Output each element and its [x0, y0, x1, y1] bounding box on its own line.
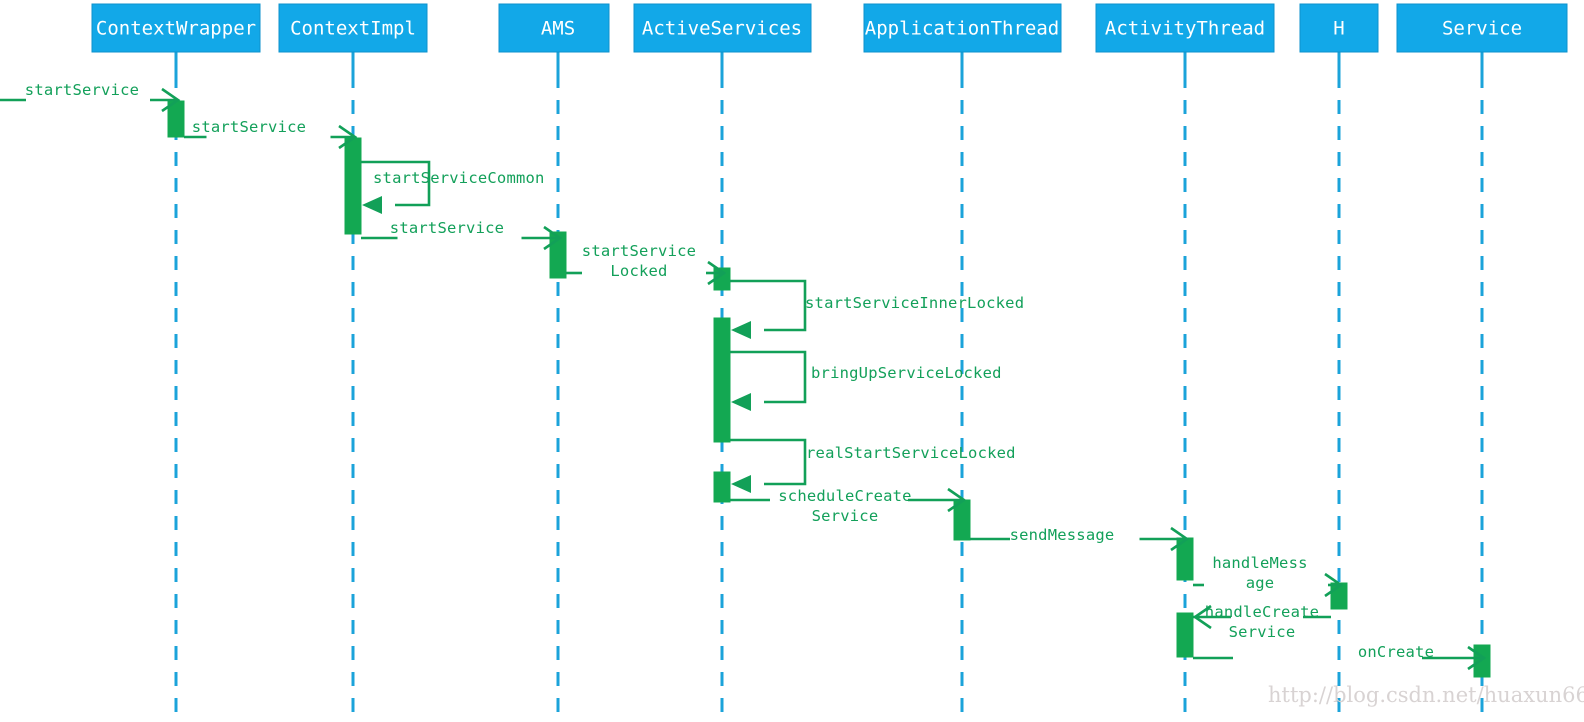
- message-label: bringUpServiceLocked: [811, 364, 1002, 382]
- sequence-diagram: ContextWrapper ContextImpl AMS ActiveServic…: [0, 3, 1584, 714]
- message-m11-handlemessage[interactable]: handleMess age: [1193, 554, 1344, 598]
- participant-label: Service: [1442, 18, 1522, 40]
- message-label: realStartServiceLocked: [806, 444, 1016, 462]
- activation-bar-activeservices: [713, 471, 731, 503]
- message-m10-sendmessage[interactable]: sendMessage: [970, 526, 1190, 552]
- participant-ams[interactable]: AMS: [498, 3, 610, 53]
- participant-headers-layer: ContextWrapper ContextImpl AMS ActiveServic…: [91, 3, 1568, 53]
- message-label: handleMess: [1212, 554, 1307, 572]
- message-label: startServiceCommon: [373, 169, 545, 187]
- self-call-path: [730, 350, 807, 404]
- message-m12-handlecreateservice[interactable]: handleCreate Service: [1192, 603, 1331, 641]
- message-label: startServiceInnerLocked: [805, 294, 1024, 312]
- message-label: sendMessage: [1010, 526, 1115, 544]
- message-label: age: [1246, 574, 1275, 592]
- message-m1-startservice[interactable]: startService: [0, 81, 181, 113]
- activation-bar-activeservices: [713, 317, 731, 443]
- message-label: scheduleCreate: [778, 487, 911, 505]
- self-call-path: [730, 438, 807, 486]
- self-call-path: [730, 279, 807, 332]
- message-label: onCreate: [1358, 643, 1434, 661]
- message-m6-startserviceinnerlocked[interactable]: startServiceInnerLocked: [730, 279, 1024, 339]
- message-m3-startservicecommon[interactable]: startServiceCommon: [361, 160, 545, 214]
- participant-service[interactable]: Service: [1396, 3, 1568, 53]
- participant-label: ContextImpl: [290, 18, 416, 40]
- sequence-diagram-canvas: ContextWrapper ContextImpl AMS ActiveServic…: [0, 0, 1584, 722]
- participant-h[interactable]: H: [1299, 3, 1379, 53]
- participant-contextimpl[interactable]: ContextImpl: [278, 3, 428, 53]
- participant-activitythread[interactable]: ActivityThread: [1095, 3, 1275, 53]
- arrow-head-solid: [362, 196, 382, 214]
- arrow-head-solid: [731, 393, 751, 411]
- activation-bar-contextimpl: [344, 137, 362, 235]
- message-m9-schedulecreateservice[interactable]: scheduleCreate Service: [730, 487, 967, 525]
- participant-label: H: [1333, 18, 1344, 40]
- participant-label: ActivityThread: [1105, 18, 1265, 40]
- participant-label: AMS: [541, 18, 575, 40]
- participant-applicationthread[interactable]: ApplicationThread: [863, 3, 1062, 53]
- message-label: handleCreate: [1205, 603, 1319, 621]
- arrow-head-solid: [731, 475, 751, 493]
- participant-label: ContextWrapper: [96, 18, 256, 40]
- activation-bars-layer: [167, 100, 1491, 678]
- arrow-head-solid: [731, 321, 751, 339]
- participant-activeservices[interactable]: ActiveServices: [633, 3, 812, 53]
- messages-layer: startService startService startServiceComm…: [0, 81, 1487, 671]
- message-m8-realstartservicelocked[interactable]: realStartServiceLocked: [730, 438, 1016, 493]
- message-label: startService: [192, 118, 306, 136]
- message-label: Service: [812, 507, 879, 525]
- message-m5-startservicelocked[interactable]: startService Locked: [566, 242, 727, 286]
- activation-bar-activitythread: [1176, 612, 1194, 658]
- participant-label: ActiveServices: [642, 18, 802, 40]
- message-label: startService: [390, 219, 504, 237]
- watermark-text: http://blog.csdn.net/huaxun66: [1268, 683, 1584, 707]
- message-m2-startservice[interactable]: startService: [184, 118, 358, 150]
- activation-bar-service: [1473, 644, 1491, 678]
- message-label: Locked: [610, 262, 667, 280]
- participant-label: ApplicationThread: [865, 18, 1059, 40]
- message-label: startService: [582, 242, 696, 260]
- message-m4-startservice[interactable]: startService: [361, 219, 563, 251]
- message-label: Service: [1229, 623, 1296, 641]
- message-label: startService: [25, 81, 139, 99]
- participant-contextwrapper[interactable]: ContextWrapper: [91, 3, 261, 53]
